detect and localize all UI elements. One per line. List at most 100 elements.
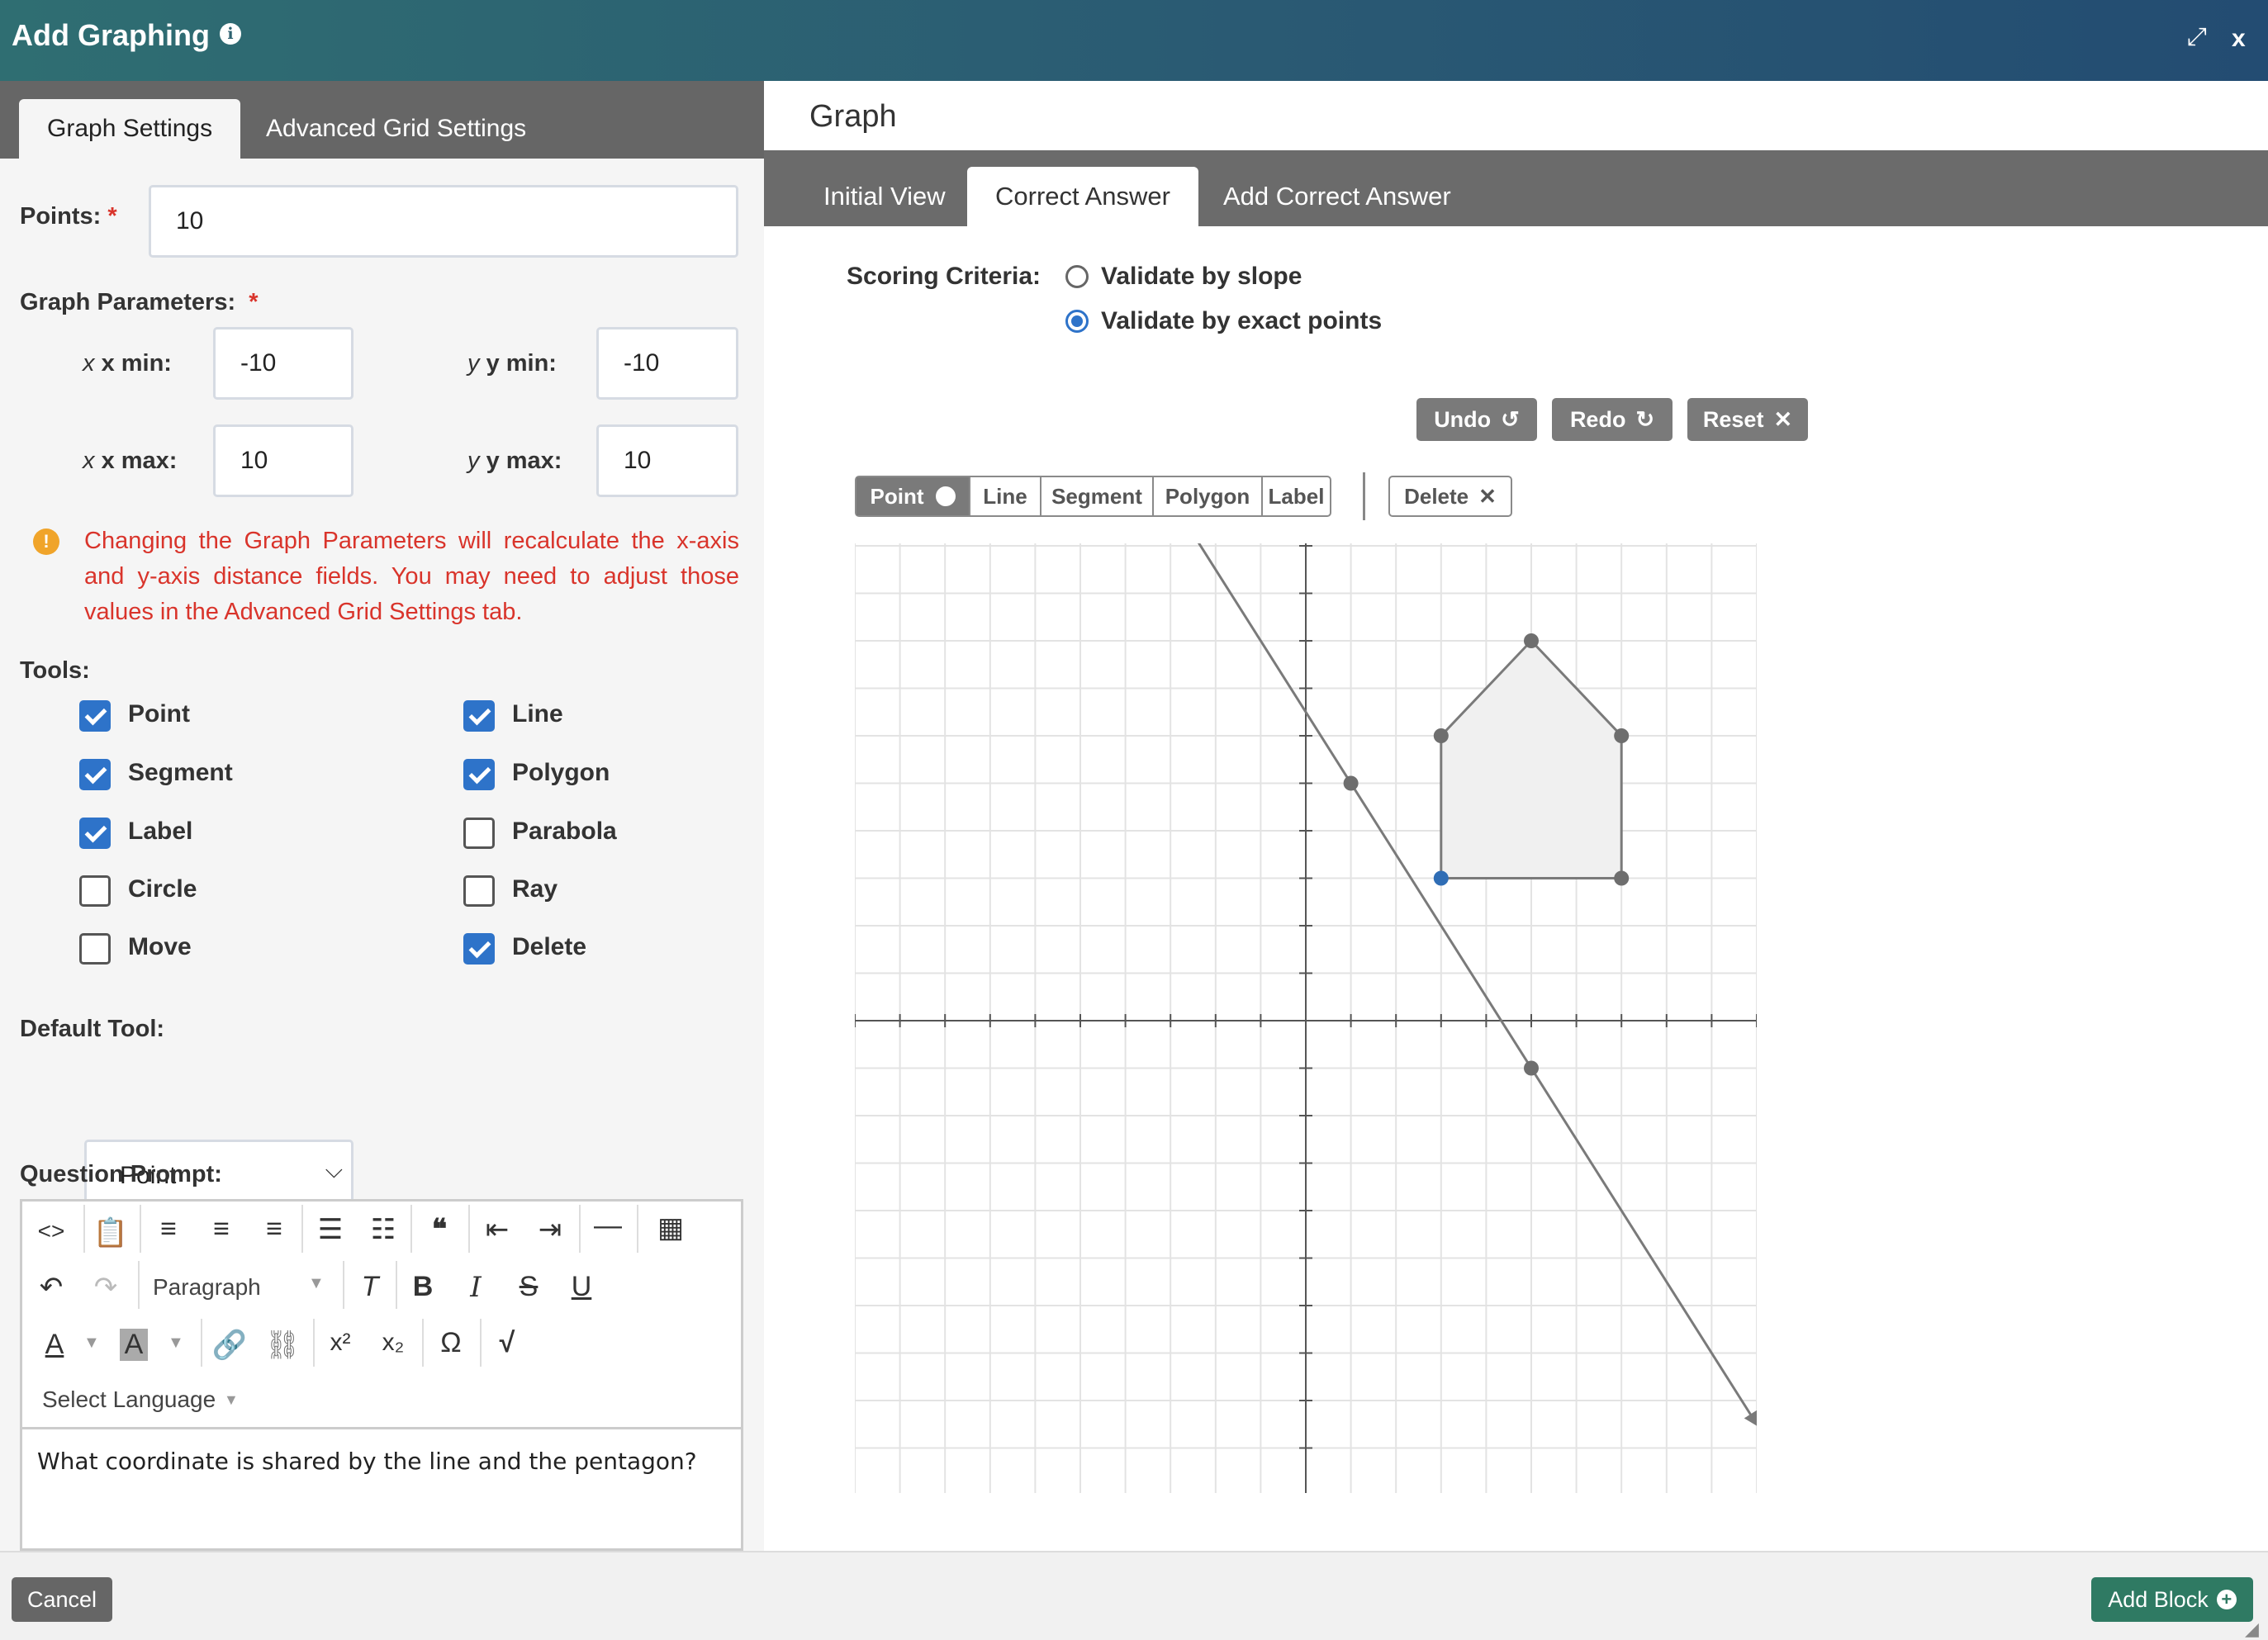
tab-advanced-grid-settings[interactable]: Advanced Grid Settings	[238, 99, 554, 159]
tool-delete-label: Delete	[1404, 483, 1469, 509]
link-icon[interactable]: 🔗	[209, 1329, 250, 1362]
checkbox-point-label: Point	[128, 700, 190, 728]
y-max-input[interactable]: 10	[596, 424, 738, 497]
modal-header: Add Graphing i ⤢ x	[0, 0, 2268, 81]
background-color-icon[interactable]: A	[120, 1329, 148, 1361]
checkbox-point[interactable]	[79, 700, 111, 732]
checkbox-delete[interactable]	[463, 933, 495, 965]
checkbox-parabola[interactable]	[463, 818, 495, 849]
graph-tabs: Initial View Correct Answer Add Correct …	[764, 150, 2268, 226]
paste-icon[interactable]: 📋	[90, 1216, 131, 1249]
outdent-icon[interactable]: ⇤	[477, 1213, 518, 1246]
checkbox-polygon[interactable]	[463, 759, 495, 790]
redo-button-label: Redo	[1569, 406, 1626, 432]
redo-icon[interactable]: ↷	[85, 1271, 126, 1304]
graph-parameters-warning: Changing the Graph Parameters will recal…	[84, 528, 739, 625]
x-min-label: x x min:	[83, 350, 172, 377]
modal-title: Add Graphing	[12, 18, 210, 52]
horizontal-rule-icon[interactable]: —	[587, 1210, 629, 1242]
italic-icon[interactable]: I	[455, 1271, 496, 1304]
info-icon[interactable]: i	[220, 23, 241, 45]
close-icon[interactable]: x	[2232, 25, 2246, 53]
align-left-icon[interactable]: ≡	[148, 1213, 189, 1245]
tool-delete-button[interactable]: Delete ✕	[1388, 476, 1512, 517]
pentagon-vertex	[1614, 870, 1630, 886]
paragraph-format-select[interactable]: Paragraph	[153, 1274, 261, 1301]
checkbox-ray[interactable]	[463, 875, 495, 907]
radio-validate-by-exact-points-label: Validate by exact points	[1101, 307, 1383, 334]
graph-panel-title: Graph	[809, 99, 897, 134]
x-max-input[interactable]: 10	[213, 424, 353, 497]
undo-icon[interactable]: ↶	[31, 1271, 72, 1304]
question-prompt-content[interactable]: What coordinate is shared by the line an…	[37, 1448, 697, 1475]
undo-icon: ↺	[1501, 406, 1520, 432]
blockquote-icon[interactable]: ❝	[419, 1213, 460, 1246]
underline-icon[interactable]: U	[561, 1271, 602, 1303]
redo-icon: ↻	[1635, 406, 1655, 432]
special-character-icon[interactable]: Ω	[430, 1327, 472, 1359]
line-point	[1524, 1060, 1539, 1076]
superscript-icon[interactable]: x²	[320, 1329, 361, 1357]
tab-add-correct-answer[interactable]: Add Correct Answer	[1195, 167, 1479, 226]
plus-circle-icon: +	[2216, 1590, 2237, 1609]
line-point	[1343, 775, 1359, 791]
expand-icon[interactable]: ⤢	[2187, 23, 2207, 51]
align-center-icon[interactable]: ≡	[201, 1213, 242, 1245]
checkbox-circle[interactable]	[79, 875, 111, 907]
checkbox-polygon-label: Polygon	[512, 759, 610, 786]
reset-button[interactable]: Reset ✕	[1687, 398, 1808, 441]
tool-point-label: Point	[870, 483, 924, 509]
pentagon-vertex	[1614, 728, 1630, 743]
checkbox-line[interactable]	[463, 700, 495, 732]
resize-handle-icon[interactable]: ◢	[2245, 1619, 2259, 1640]
checkbox-parabola-label: Parabola	[512, 818, 617, 845]
tools-label: Tools:	[20, 657, 90, 684]
graph-canvas[interactable]	[855, 543, 1757, 1493]
radio-validate-by-slope[interactable]	[1065, 265, 1089, 288]
graph-panel: Graph Initial View Correct Answer Add Co…	[764, 81, 2268, 1551]
tab-initial-view[interactable]: Initial View	[795, 167, 974, 226]
bullet-list-icon[interactable]: ☰	[310, 1213, 351, 1246]
text-color-icon[interactable]: A	[34, 1329, 75, 1361]
tool-point-button[interactable]: Point	[856, 477, 969, 515]
checkbox-segment-label: Segment	[128, 759, 233, 786]
unlink-icon[interactable]: ⛓	[262, 1329, 303, 1362]
add-block-label: Add Block	[2108, 1586, 2209, 1612]
clear-formatting-icon[interactable]: T	[349, 1271, 391, 1303]
table-icon[interactable]: ▦	[650, 1211, 691, 1244]
add-block-button[interactable]: Add Block +	[2091, 1577, 2253, 1622]
checkbox-label[interactable]	[79, 818, 111, 849]
strikethrough-icon[interactable]: S	[508, 1271, 549, 1303]
checkbox-segment[interactable]	[79, 759, 111, 790]
y-min-input[interactable]: -10	[596, 327, 738, 400]
tab-graph-settings[interactable]: Graph Settings	[19, 99, 241, 159]
select-language-dropdown[interactable]: Select Language	[42, 1386, 216, 1413]
checkbox-delete-label: Delete	[512, 933, 587, 960]
select-language-chevron-icon: ▼	[224, 1391, 239, 1408]
undo-button[interactable]: Undo ↺	[1416, 398, 1537, 441]
tool-line-button[interactable]: Line	[969, 477, 1040, 515]
x-min-input[interactable]: -10	[213, 327, 353, 400]
paragraph-dropdown-icon: ▼	[308, 1274, 325, 1292]
radio-validate-by-exact-points[interactable]	[1065, 310, 1089, 333]
tool-label-button[interactable]: Label	[1261, 477, 1330, 515]
points-input[interactable]: 10	[149, 185, 738, 258]
modal-footer: Cancel Add Block + ◢	[0, 1551, 2268, 1640]
subscript-icon[interactable]: x₂	[372, 1329, 414, 1357]
math-equation-icon[interactable]: √	[486, 1327, 528, 1359]
pentagon-vertex	[1433, 728, 1449, 743]
numbered-list-icon[interactable]: ☷	[363, 1213, 404, 1246]
align-right-icon[interactable]: ≡	[254, 1213, 295, 1245]
tool-segment-button[interactable]: Segment	[1040, 477, 1152, 515]
tool-polygon-button[interactable]: Polygon	[1152, 477, 1261, 515]
tab-correct-answer[interactable]: Correct Answer	[967, 167, 1198, 226]
indent-icon[interactable]: ⇥	[529, 1213, 571, 1246]
cancel-button[interactable]: Cancel	[12, 1577, 112, 1622]
redo-button[interactable]: Redo ↻	[1552, 398, 1673, 441]
checkbox-move[interactable]	[79, 933, 111, 965]
bold-icon[interactable]: B	[402, 1271, 444, 1303]
checkbox-label-label: Label	[128, 818, 193, 845]
source-code-icon[interactable]: <>	[31, 1218, 72, 1244]
x-max-label: x x max:	[83, 448, 178, 474]
editor-toolbar: <> 📋 ≡ ≡ ≡ ☰ ☷ ❝ ⇤ ⇥ — ▦ ↶ ↷ Paragraph ▼…	[22, 1202, 741, 1429]
